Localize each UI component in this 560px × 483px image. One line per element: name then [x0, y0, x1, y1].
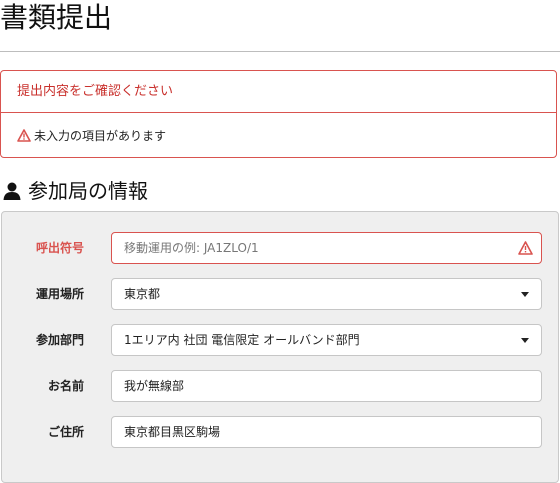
- category-label: 参加部門: [35, 333, 84, 347]
- name-input[interactable]: 我が無線部: [111, 370, 542, 402]
- callsign-placeholder: 移動運用の例: JA1ZLO/1: [124, 241, 259, 255]
- address-label: ご住所: [47, 425, 84, 439]
- name-row: お名前 我が無線部: [2, 370, 558, 402]
- chevron-down-icon: [521, 292, 529, 297]
- name-value: 我が無線部: [124, 379, 185, 393]
- section-title-text: 参加局の情報: [28, 179, 148, 203]
- callsign-row: 呼出符号 移動運用の例: JA1ZLO/1: [2, 232, 558, 264]
- location-label: 運用場所: [35, 287, 84, 301]
- warning-icon: [518, 241, 533, 255]
- page-title: 書類提出: [0, 1, 113, 34]
- chevron-down-icon: [521, 338, 529, 343]
- address-input[interactable]: 東京都目黒区駒場: [111, 416, 542, 448]
- address-value: 東京都目黒区駒場: [124, 425, 221, 439]
- location-row: 運用場所 東京都: [2, 278, 558, 310]
- callsign-input[interactable]: 移動運用の例: JA1ZLO/1: [111, 232, 542, 264]
- section-title: 参加局の情報: [2, 177, 148, 205]
- station-info-form: 呼出符号 移動運用の例: JA1ZLO/1 運用場所 東京都 参加部門 1エリア…: [1, 211, 559, 483]
- address-row: ご住所 東京都目黒区駒場: [2, 416, 558, 448]
- title-divider: [0, 51, 560, 52]
- warning-icon: [17, 129, 31, 142]
- category-value: 1エリア内 社団 電信限定 オールバンド部門: [124, 333, 360, 347]
- name-label: お名前: [47, 379, 84, 393]
- alert-message: 未入力の項目があります: [34, 129, 167, 143]
- alert-body: 未入力の項目があります: [1, 113, 556, 158]
- category-row: 参加部門 1エリア内 社団 電信限定 オールバンド部門: [2, 324, 558, 356]
- alert-heading: 提出内容をご確認ください: [1, 71, 556, 113]
- user-icon: [3, 182, 21, 200]
- error-alert: 提出内容をご確認ください 未入力の項目があります: [0, 70, 557, 158]
- callsign-label: 呼出符号: [35, 241, 84, 255]
- category-select[interactable]: 1エリア内 社団 電信限定 オールバンド部門: [111, 324, 542, 356]
- location-value: 東京都: [124, 287, 161, 301]
- location-select[interactable]: 東京都: [111, 278, 542, 310]
